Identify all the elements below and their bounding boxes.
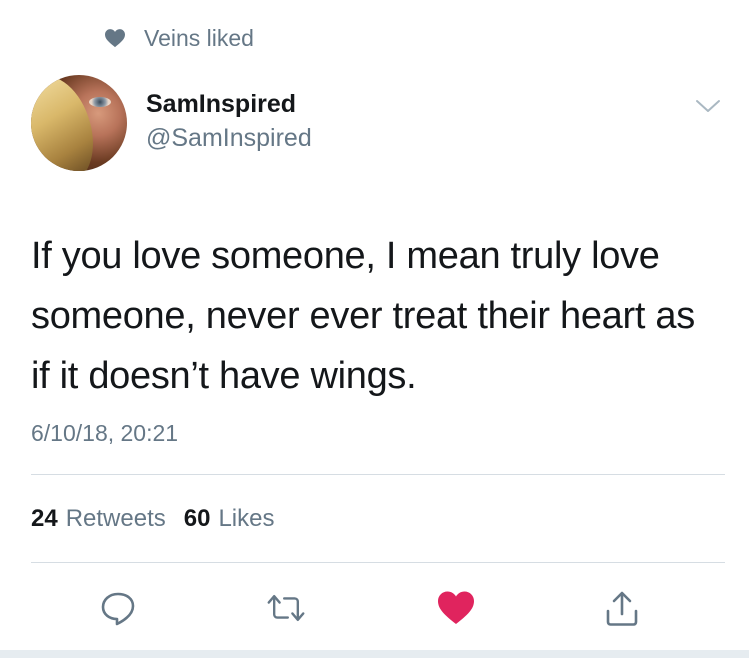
author-handle[interactable]: @SamInspired [146,124,312,153]
share-icon [606,591,638,626]
reply-icon [101,592,135,626]
share-button[interactable] [602,590,642,626]
heart-icon [105,29,125,48]
retweets-label[interactable]: Retweets [66,505,166,533]
retweets-count[interactable]: 24 [31,505,58,533]
bottom-bar [0,650,749,658]
social-context[interactable]: Veins liked [104,24,254,52]
like-button[interactable] [436,590,476,626]
reply-button[interactable] [98,590,138,626]
heart-icon [438,591,474,624]
avatar-hair [31,75,102,171]
divider [31,562,725,563]
author-name[interactable]: SamInspired [146,90,296,119]
social-context-text: Veins liked [144,24,254,51]
avatar-eye [89,97,111,107]
likes-count[interactable]: 60 [184,505,211,533]
retweet-button[interactable] [266,590,306,626]
tweet-text: If you love someone, I mean truly love s… [31,235,695,397]
tweet-timestamp[interactable]: 6/10/18, 20:21 [31,420,178,447]
likes-label[interactable]: Likes [218,505,274,533]
divider [31,474,725,475]
chevron-down-icon[interactable] [695,98,721,114]
retweet-icon [267,595,305,621]
avatar[interactable] [31,75,127,171]
tweet-stats: 24 Retweets 60 Likes [31,505,274,533]
